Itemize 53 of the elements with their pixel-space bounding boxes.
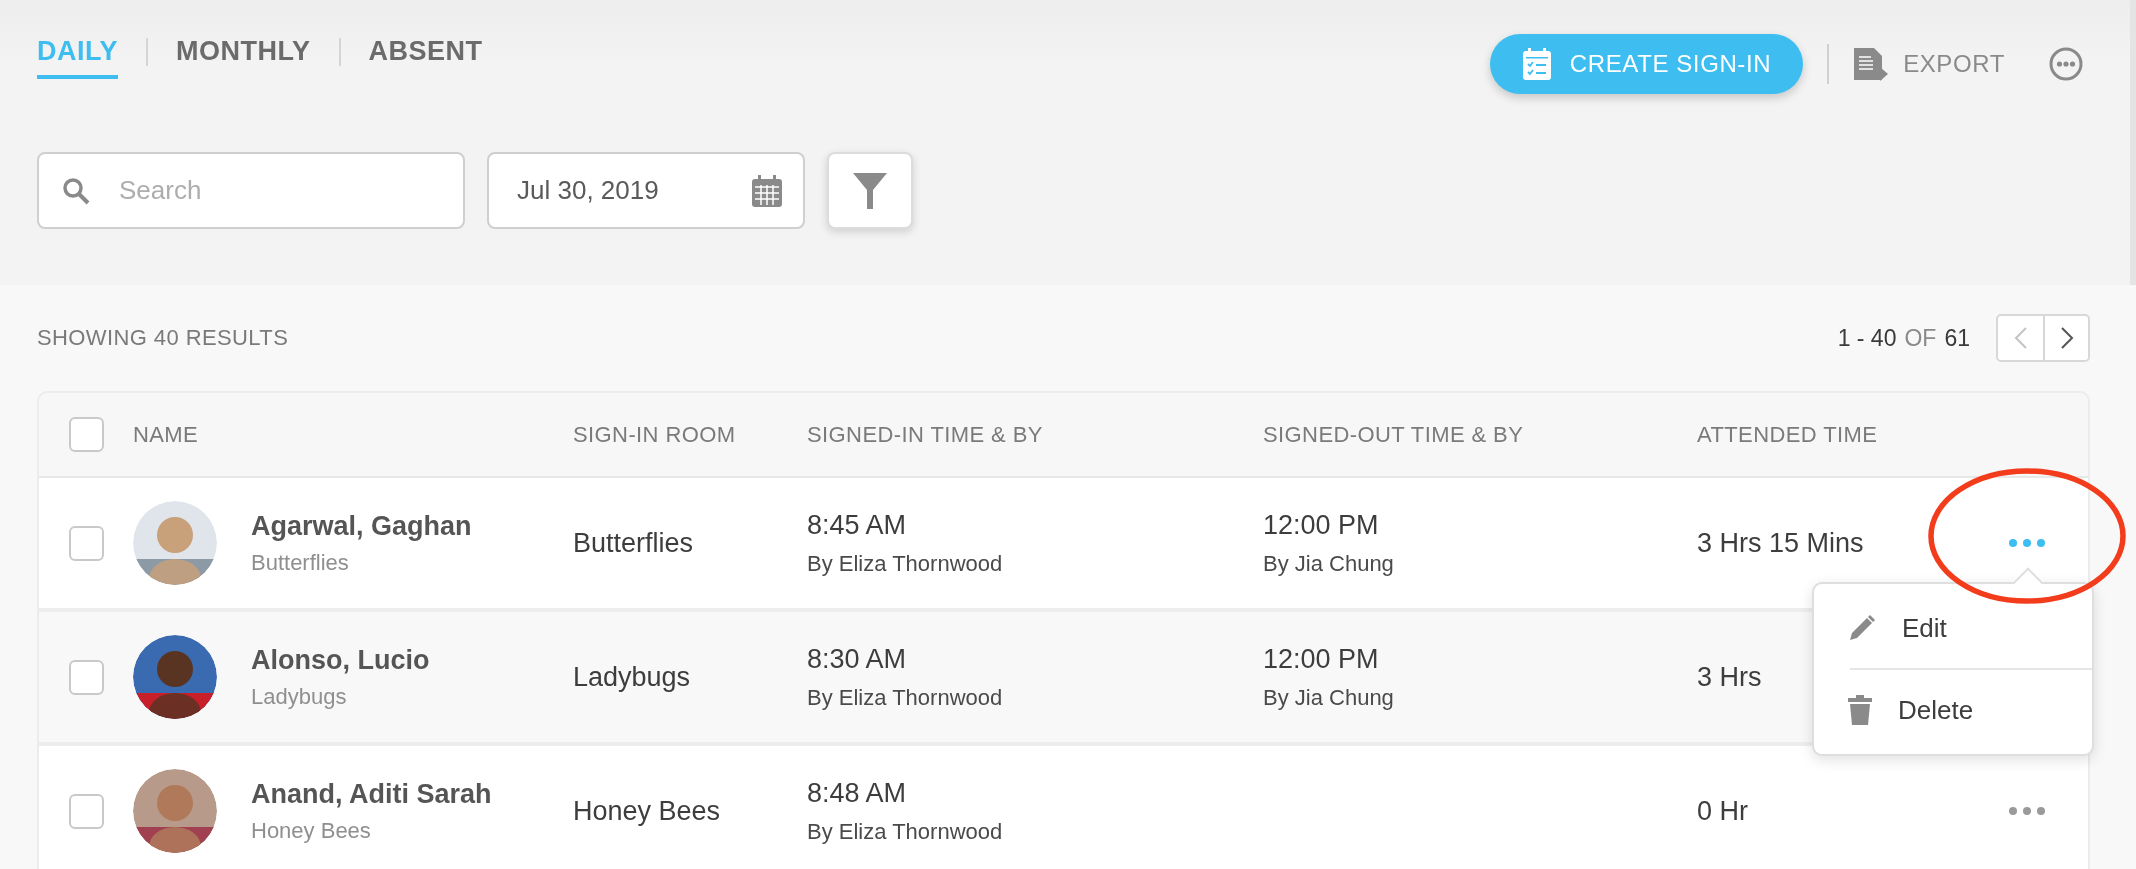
filter-icon (852, 171, 888, 210)
tab[interactable]: ABSENT (368, 30, 483, 79)
row-checkbox[interactable] (69, 525, 104, 561)
column-header: SIGNED-IN TIME & BY (807, 421, 1044, 448)
more-options-button[interactable] (2049, 47, 2083, 81)
table-cell: Butterflies (573, 527, 694, 558)
filter-button[interactable] (827, 152, 913, 229)
menu-item[interactable]: Edit (1814, 588, 2092, 668)
signed-out-by: By Jia Chung (1263, 550, 1395, 577)
child-name: Alonso, Lucio (251, 644, 431, 676)
signed-in-by: By Eliza Thornwood (807, 684, 1004, 711)
calendar-icon (751, 173, 783, 208)
of-label: OF (1904, 324, 1937, 352)
menu-item[interactable]: Delete (1814, 670, 2092, 750)
page-range: 1 - 40 (1837, 324, 1897, 352)
child-name: Agarwal, Gaghan (251, 510, 473, 542)
export-button[interactable]: EXPORT (1853, 47, 2005, 81)
pencil-icon (1848, 614, 1876, 642)
total-count: 61 (1944, 324, 1970, 352)
signed-out-by: By Jia Chung (1263, 684, 1395, 711)
signed-in-by: By Eliza Thornwood (807, 550, 1004, 577)
trash-icon (1848, 695, 1872, 725)
sign-out-time: 12:00 PM (1263, 509, 1380, 541)
sign-in-time: 8:48 AM (807, 777, 908, 809)
table-cell: Ladybugs (573, 661, 691, 692)
child-room: Butterflies (251, 549, 350, 576)
signed-in-by: By Eliza Thornwood (807, 818, 1004, 845)
sign-in-time: 8:30 AM (807, 643, 908, 675)
column-header: NAME (133, 421, 200, 448)
table-cell: Honey Bees (573, 795, 721, 826)
table-cell: 0 Hr (1697, 795, 1748, 826)
column-header: SIGN-IN ROOM (573, 421, 737, 448)
table-cell: 3 Hrs 15 Mins (1697, 527, 1864, 558)
select-all-checkbox[interactable] (69, 417, 104, 452)
chevron-right-icon (2059, 326, 2074, 350)
column-header: SIGNED-OUT TIME & BY (1263, 421, 1525, 448)
results-count: SHOWING 40 RESULTS (37, 325, 289, 351)
chevron-left-icon (2013, 326, 2028, 350)
child-room: Honey Bees (251, 817, 372, 844)
row-checkbox[interactable] (69, 659, 104, 695)
tab[interactable]: MONTHLY (176, 30, 311, 79)
sign-out-time: 12:00 PM (1263, 643, 1380, 675)
search-icon (61, 176, 91, 206)
table-cell: 3 Hrs (1697, 661, 1762, 692)
sign-in-time: 8:45 AM (807, 509, 908, 541)
calendar-checklist-icon (1521, 47, 1552, 81)
more-icon (2049, 47, 2083, 81)
child-room: Ladybugs (251, 683, 348, 710)
row-checkbox[interactable] (69, 793, 104, 829)
column-header: ATTENDED TIME (1697, 421, 1879, 448)
search-field[interactable]: Search (37, 152, 465, 229)
child-name: Anand, Aditi Sarah (251, 778, 493, 810)
date-field[interactable]: Jul 30, 2019 (487, 152, 805, 229)
